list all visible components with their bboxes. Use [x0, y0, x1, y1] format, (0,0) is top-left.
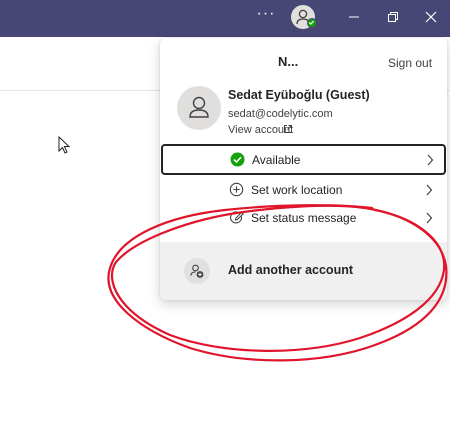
profile-email: sedat@codelytic.com	[228, 108, 333, 120]
set-work-location-item[interactable]: Set work location	[160, 175, 447, 204]
status-message-edit-icon	[230, 211, 244, 224]
organization-name[interactable]: N...	[278, 54, 298, 69]
set-status-message-item[interactable]: Set status message	[160, 203, 447, 232]
external-link-icon[interactable]	[283, 124, 293, 134]
minimize-icon[interactable]	[343, 6, 365, 28]
add-another-account-button[interactable]: Add another account	[160, 242, 447, 300]
presence-available-icon	[307, 18, 317, 28]
location-plus-icon	[229, 182, 244, 197]
more-options-button[interactable]: ···	[256, 6, 276, 26]
set-status-message-label: Set status message	[251, 211, 357, 225]
chevron-right-icon	[427, 154, 434, 166]
restore-icon[interactable]	[382, 6, 404, 28]
account-flyout: N... Sign out Sedat Eyüboğlu (Guest) sed…	[160, 38, 447, 300]
person-add-icon	[190, 264, 204, 278]
title-bar: ···	[0, 0, 450, 37]
chevron-right-icon	[426, 212, 433, 224]
person-icon	[189, 96, 209, 118]
profile-avatar[interactable]	[177, 86, 221, 130]
mouse-cursor-icon	[58, 136, 71, 154]
set-work-location-label: Set work location	[251, 183, 343, 197]
status-available-label: Available	[252, 153, 301, 167]
add-another-account-label: Add another account	[228, 263, 354, 277]
status-available-item[interactable]: Available	[161, 144, 446, 175]
sign-out-link[interactable]: Sign out	[388, 56, 432, 70]
available-check-icon	[230, 152, 245, 167]
close-icon[interactable]	[420, 6, 442, 28]
chevron-right-icon	[426, 184, 433, 196]
profile-name: Sedat Eyüboğlu (Guest)	[228, 88, 370, 102]
add-account-icon-wrap	[184, 258, 210, 284]
